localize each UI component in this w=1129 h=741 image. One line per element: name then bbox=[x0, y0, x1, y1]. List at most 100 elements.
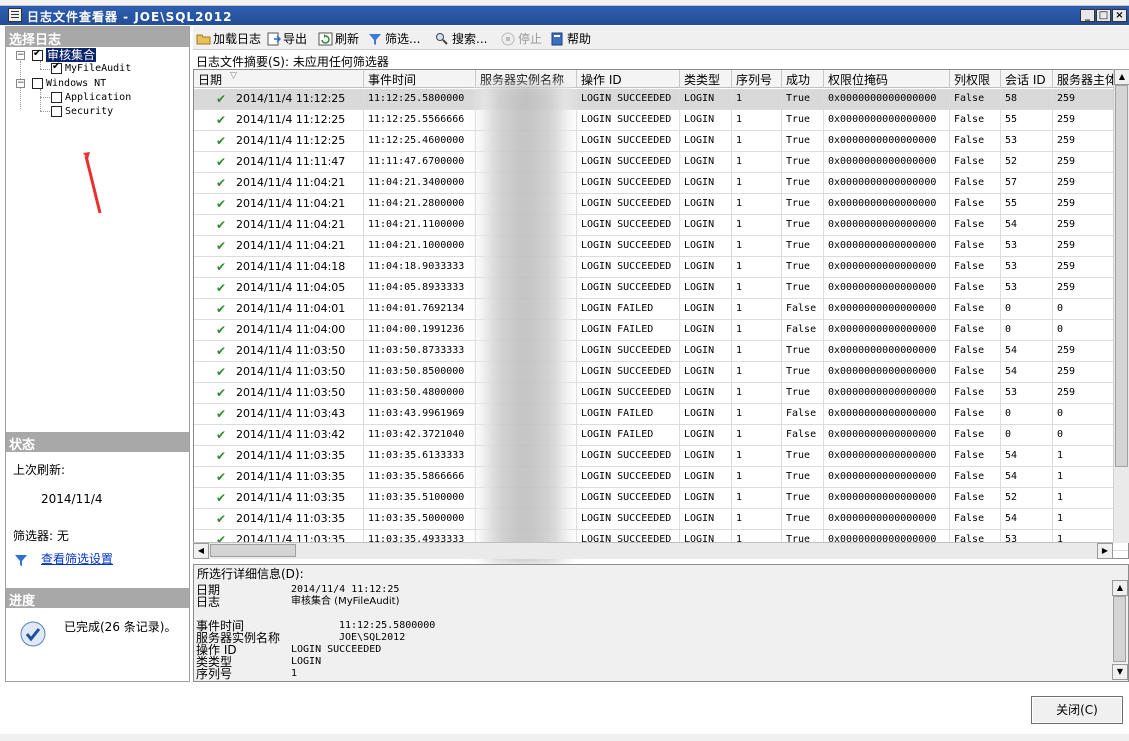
table-cell: 2014/11/4 11:12:25 bbox=[232, 89, 364, 110]
funnel-icon bbox=[368, 32, 383, 46]
tree-item-security[interactable]: Security bbox=[65, 105, 113, 118]
table-cell: False bbox=[950, 173, 1001, 194]
success-check-icon: ✔ bbox=[216, 449, 227, 463]
details-scroll-down-icon[interactable]: ▼ bbox=[1112, 664, 1128, 680]
grid-vertical-scrollbar[interactable]: ▲ bbox=[1113, 69, 1129, 543]
table-row[interactable]: ✔ 2014/11/4 11:03:35 11:03:35.5866666 LOGIN… bbox=[194, 467, 1128, 488]
stop-button[interactable]: 停止 bbox=[501, 30, 542, 46]
table-row[interactable]: ✔ 2014/11/4 11:11:47 11:11:47.6700000 LOGIN… bbox=[194, 152, 1128, 173]
table-cell: 0x0000000000000000 bbox=[824, 320, 950, 341]
grid-horizontal-scrollbar[interactable]: ◀ ▶ bbox=[193, 542, 1113, 559]
scroll-left-icon[interactable]: ◀ bbox=[193, 543, 209, 559]
table-cell: False bbox=[782, 320, 824, 341]
table-cell: LOGIN bbox=[680, 362, 732, 383]
table-row[interactable]: ✔ 2014/11/4 11:03:50 11:03:50.8500000 LOGIN… bbox=[194, 362, 1128, 383]
help-button[interactable]: 帮助 bbox=[550, 30, 591, 46]
table-cell: 0x0000000000000000 bbox=[824, 488, 950, 509]
details-vscroll-thumb[interactable] bbox=[1113, 596, 1126, 662]
column-header[interactable]: 操作 ID bbox=[577, 70, 680, 88]
refresh-button[interactable]: 刷新 bbox=[318, 30, 359, 46]
table-row[interactable]: ✔ 2014/11/4 11:03:50 11:03:50.8733333 LOGIN… bbox=[194, 341, 1128, 362]
column-header[interactable]: 成功 bbox=[782, 70, 824, 88]
table-cell: 0x0000000000000000 bbox=[824, 215, 950, 236]
table-cell: LOGIN SUCCEEDED bbox=[577, 89, 680, 110]
details-vertical-scrollbar[interactable]: ▲ ▼ bbox=[1112, 580, 1128, 680]
tree-item-application[interactable]: Application bbox=[65, 91, 131, 104]
table-row[interactable]: ✔ 2014/11/4 11:03:35 11:03:35.6133333 LOGIN… bbox=[194, 446, 1128, 467]
table-row[interactable]: ✔ 2014/11/4 11:12:25 11:12:25.4600000 LOGIN… bbox=[194, 131, 1128, 152]
column-header[interactable]: 列权限 bbox=[950, 70, 1001, 88]
table-row[interactable]: ✔ 2014/11/4 11:04:00 11:04:00.1991236 LOGIN… bbox=[194, 320, 1128, 341]
table-cell: 53 bbox=[1001, 383, 1053, 404]
minimize-button[interactable]: _ bbox=[1080, 9, 1095, 22]
table-cell: 11:03:42.3721040 bbox=[364, 425, 476, 446]
table-cell: LOGIN FAILED bbox=[577, 425, 680, 446]
table-row[interactable]: ✔ 2014/11/4 11:04:21 11:04:21.3400000 LOGIN… bbox=[194, 173, 1128, 194]
security-checkbox[interactable] bbox=[51, 106, 62, 117]
table-cell: 1 bbox=[732, 278, 782, 299]
table-cell: 2014/11/4 11:04:21 bbox=[232, 173, 364, 194]
table-row[interactable]: ✔ 2014/11/4 11:04:01 11:04:01.7692134 LOGIN… bbox=[194, 299, 1128, 320]
column-header[interactable]: 会话 ID bbox=[1001, 70, 1053, 88]
success-check-icon: ✔ bbox=[216, 407, 227, 421]
close-window-button[interactable]: × bbox=[1112, 9, 1127, 22]
table-row[interactable]: ✔ 2014/11/4 11:03:43 11:03:43.9961969 LOGIN… bbox=[194, 404, 1128, 425]
table-row[interactable]: ✔ 2014/11/4 11:04:21 11:04:21.1100000 LOGIN… bbox=[194, 215, 1128, 236]
search-button[interactable]: 搜索... bbox=[435, 30, 487, 46]
table-cell: 2014/11/4 11:03:42 bbox=[232, 425, 364, 446]
grid-vscroll-thumb[interactable] bbox=[1115, 85, 1128, 467]
view-filter-settings-link[interactable]: 查看筛选设置 bbox=[41, 550, 113, 567]
success-check-icon: ✔ bbox=[216, 134, 227, 148]
log-grid: 日期 事件时间 服务器实例名称 操作 ID 类类型 序列号 成功 权限位掩码 列权限 会话 ID 服… bbox=[193, 69, 1129, 559]
filter-funnel-icon bbox=[14, 553, 28, 570]
success-check-icon: ✔ bbox=[216, 218, 227, 232]
table-cell: False bbox=[950, 383, 1001, 404]
tree-item-my-file-audit[interactable]: MyFileAudit bbox=[65, 62, 131, 75]
detail-log-value: 审核集合 (MyFileAudit) bbox=[291, 596, 400, 607]
table-row[interactable]: ✔ 2014/11/4 11:12:25 11:12:25.5800000 LOGIN… bbox=[194, 89, 1128, 110]
tree-item-windows-nt[interactable]: Windows NT bbox=[46, 77, 106, 90]
scroll-right-icon[interactable]: ▶ bbox=[1097, 543, 1113, 559]
close-button[interactable]: 关闭(C) bbox=[1031, 696, 1123, 724]
table-cell: True bbox=[782, 278, 824, 299]
column-header[interactable]: 权限位掩码 bbox=[824, 70, 950, 88]
column-header[interactable]: 日期 bbox=[194, 70, 364, 88]
refresh-icon bbox=[318, 32, 333, 46]
filter-button[interactable]: 筛选... bbox=[368, 30, 420, 46]
last-refresh-value: 2014/11/4 bbox=[41, 492, 103, 506]
column-header[interactable]: 序列号 bbox=[732, 70, 782, 88]
export-button[interactable]: 导出 bbox=[266, 30, 307, 46]
table-cell: False bbox=[950, 509, 1001, 530]
table-cell: 1 bbox=[732, 236, 782, 257]
table-row[interactable]: ✔ 2014/11/4 11:04:18 11:04:18.9033333 LOGIN… bbox=[194, 257, 1128, 278]
grid-hscroll-thumb[interactable] bbox=[210, 544, 296, 557]
audit-collection-checkbox[interactable] bbox=[32, 48, 43, 61]
detail-server-value: JOE\SQL2012 bbox=[339, 632, 406, 643]
table-cell: False bbox=[950, 236, 1001, 257]
table-cell: 1 bbox=[732, 131, 782, 152]
table-row[interactable]: ✔ 2014/11/4 11:03:50 11:03:50.4800000 LOGIN… bbox=[194, 383, 1128, 404]
collapse-audit-collection-icon[interactable]: − bbox=[16, 51, 25, 60]
table-row[interactable]: ✔ 2014/11/4 11:12:25 11:12:25.5566666 LOGIN… bbox=[194, 110, 1128, 131]
column-header[interactable]: 类类型 bbox=[680, 70, 732, 88]
my-file-audit-checkbox[interactable] bbox=[51, 61, 62, 74]
table-row[interactable]: ✔ 2014/11/4 11:03:35 11:03:35.5000000 LOGIN… bbox=[194, 509, 1128, 530]
table-row[interactable]: ✔ 2014/11/4 11:04:05 11:04:05.8933333 LOGIN… bbox=[194, 278, 1128, 299]
maximize-button[interactable]: □ bbox=[1096, 9, 1111, 22]
details-scroll-up-icon[interactable]: ▲ bbox=[1112, 580, 1128, 596]
load-log-button[interactable]: 加载日志 bbox=[196, 30, 261, 46]
collapse-windows-nt-icon[interactable]: − bbox=[16, 79, 25, 88]
table-cell: 11:03:35.5000000 bbox=[364, 509, 476, 530]
table-cell: 0x0000000000000000 bbox=[824, 425, 950, 446]
windows-nt-checkbox[interactable] bbox=[32, 78, 43, 89]
application-checkbox[interactable] bbox=[51, 92, 62, 103]
table-row[interactable]: ✔ 2014/11/4 11:03:35 11:03:35.5100000 LOGIN… bbox=[194, 488, 1128, 509]
scroll-up-icon[interactable]: ▲ bbox=[1114, 69, 1129, 85]
table-cell: LOGIN SUCCEEDED bbox=[577, 278, 680, 299]
table-cell: 54 bbox=[1001, 215, 1053, 236]
table-row[interactable]: ✔ 2014/11/4 11:04:21 11:04:21.1000000 LOGIN… bbox=[194, 236, 1128, 257]
column-header[interactable]: 事件时间 bbox=[364, 70, 476, 88]
table-row[interactable]: ✔ 2014/11/4 11:04:21 11:04:21.2800000 LOGIN… bbox=[194, 194, 1128, 215]
table-cell: 11:12:25.4600000 bbox=[364, 131, 476, 152]
table-row[interactable]: ✔ 2014/11/4 11:03:42 11:03:42.3721040 LOGIN… bbox=[194, 425, 1128, 446]
